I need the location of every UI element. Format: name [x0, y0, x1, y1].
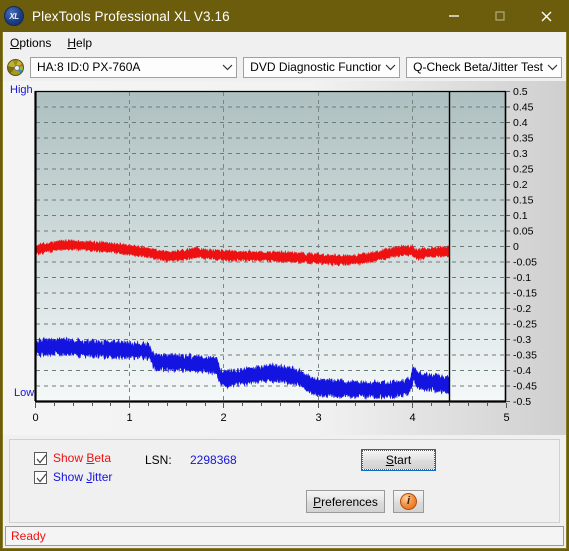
lsn-label: LSN:	[145, 453, 172, 467]
svg-text:-0.35: -0.35	[513, 350, 537, 362]
show-beta-checkbox[interactable]	[34, 451, 47, 465]
info-icon: i	[400, 493, 417, 510]
chevron-down-icon	[543, 63, 561, 71]
cd-disc-icon	[7, 58, 24, 76]
show-jitter-label: Show Jitter	[53, 470, 113, 484]
test-select-value: Q-Check Beta/Jitter Test	[413, 60, 543, 74]
drive-select-value: HA:8 ID:0 PX-760A	[37, 60, 141, 74]
svg-text:-0.15: -0.15	[513, 288, 537, 300]
maximize-icon[interactable]	[477, 0, 523, 32]
show-jitter-row[interactable]: Show Jitter	[34, 470, 112, 484]
svg-text:-0.5: -0.5	[513, 396, 531, 408]
chevron-down-icon	[381, 63, 399, 71]
controls-group: Show Beta Show Jitter LSN: 2298368 Start…	[9, 439, 560, 523]
svg-text:-0.45: -0.45	[513, 381, 537, 393]
svg-text:-0.2: -0.2	[513, 303, 531, 315]
chart-background: High Low 0.5 0.45 0.4 0.35 0.3 0.25 0.2 0.15 0.1…	[3, 81, 566, 435]
svg-text:-0.1: -0.1	[513, 272, 531, 284]
svg-text:0.45: 0.45	[513, 102, 534, 114]
test-select[interactable]: Q-Check Beta/Jitter Test	[406, 56, 562, 78]
svg-text:0.15: 0.15	[513, 195, 534, 207]
drive-select[interactable]: HA:8 ID:0 PX-760A	[30, 56, 238, 78]
info-button[interactable]: i	[393, 490, 424, 513]
svg-text:0.4: 0.4	[513, 117, 528, 129]
client-area: Options Help HA:8 ID:0 PX-760A DVD Diagn…	[2, 32, 567, 549]
svg-text:0.05: 0.05	[513, 226, 534, 238]
svg-text:-0.3: -0.3	[513, 334, 531, 346]
lsn-value: 2298368	[190, 453, 237, 467]
function-select-value: DVD Diagnostic Functions	[250, 60, 382, 74]
start-button[interactable]: Start	[361, 449, 436, 471]
svg-text:0: 0	[32, 412, 38, 424]
window-title: PlexTools Professional XL V3.16	[32, 8, 230, 24]
minimize-icon[interactable]	[431, 0, 477, 32]
svg-text:4: 4	[409, 412, 415, 424]
preferences-button-label: Preferences	[313, 494, 378, 509]
chevron-down-icon	[218, 63, 236, 71]
menu-item-options[interactable]: Options	[10, 36, 51, 50]
show-beta-row[interactable]: Show Beta	[34, 451, 111, 465]
svg-text:0.2: 0.2	[513, 179, 528, 191]
title-bar: XL PlexTools Professional XL V3.16	[0, 0, 569, 32]
svg-text:0.1: 0.1	[513, 210, 528, 222]
application-window: XL PlexTools Professional XL V3.16 Optio…	[0, 0, 569, 551]
window-buttons	[431, 0, 569, 32]
svg-text:0.3: 0.3	[513, 148, 528, 160]
menu-item-help[interactable]: Help	[67, 36, 92, 50]
start-button-inner: Start	[362, 450, 435, 470]
svg-text:1: 1	[126, 412, 132, 424]
svg-text:0.25: 0.25	[513, 164, 534, 176]
chart-panel: High Low 0.5 0.45 0.4 0.35 0.3 0.25 0.2 0.15 0.1…	[3, 81, 566, 435]
menu-bar: Options Help	[3, 32, 566, 53]
svg-text:-0.4: -0.4	[513, 365, 531, 377]
show-beta-label: Show Beta	[53, 451, 112, 465]
svg-text:0.35: 0.35	[513, 133, 534, 145]
start-button-label: Start	[385, 453, 412, 467]
app-icon: XL	[4, 6, 24, 26]
close-icon[interactable]	[523, 0, 569, 32]
svg-text:5: 5	[503, 412, 509, 424]
status-bar: Ready	[5, 526, 564, 546]
show-jitter-checkbox[interactable]	[34, 470, 47, 484]
svg-text:3: 3	[315, 412, 321, 424]
status-text: Ready	[11, 529, 46, 543]
svg-text:0.5: 0.5	[513, 86, 528, 98]
svg-text:2: 2	[220, 412, 226, 424]
preferences-button[interactable]: Preferences	[306, 490, 385, 513]
svg-text:-0.25: -0.25	[513, 319, 537, 331]
function-select[interactable]: DVD Diagnostic Functions	[243, 56, 401, 78]
beta-jitter-plot: 0.5 0.45 0.4 0.35 0.3 0.25 0.2 0.15 0.1 0.05 0 -0.0…	[32, 86, 537, 424]
svg-text:-0.05: -0.05	[513, 257, 537, 269]
selector-toolbar: HA:8 ID:0 PX-760A DVD Diagnostic Functio…	[3, 53, 566, 81]
svg-text:0: 0	[513, 241, 519, 253]
